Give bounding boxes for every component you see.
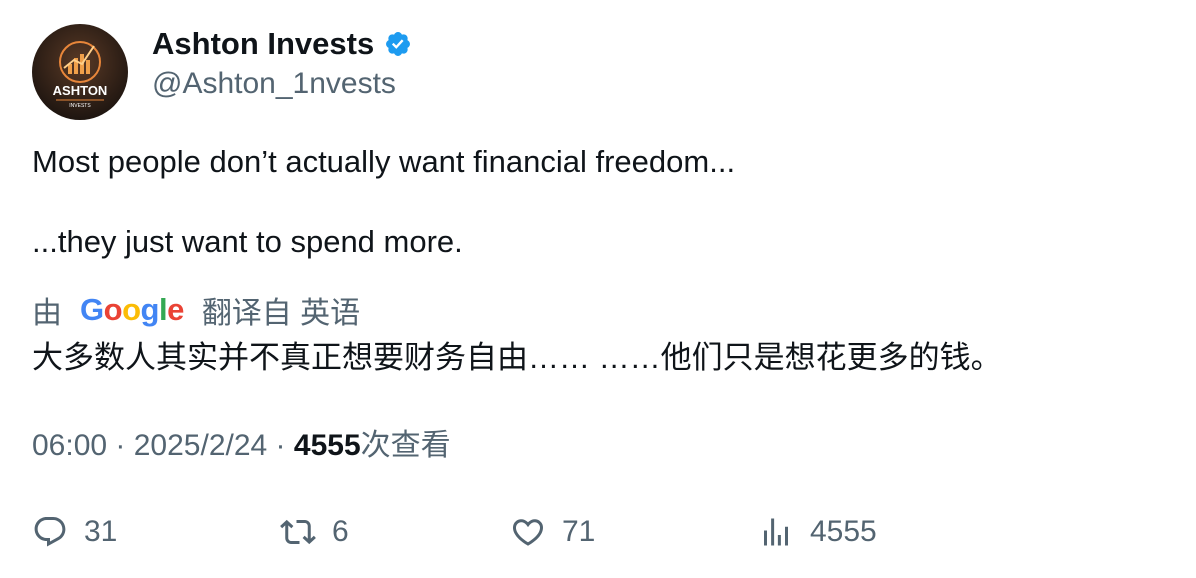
tweet-text-line-2: ...they just want to spend more. xyxy=(32,224,463,259)
action-bar: 31 6 71 4555 xyxy=(32,510,877,554)
translated-from-label: 翻译自 英语 xyxy=(201,297,361,330)
translation-by-label: 由 xyxy=(32,297,62,330)
meta-separator: · xyxy=(107,429,134,462)
views-action-count: 4555 xyxy=(810,515,877,548)
google-logo: Google xyxy=(80,292,184,328)
google-letter-g2: g xyxy=(140,292,160,327)
retweet-button[interactable]: 6 xyxy=(280,514,510,550)
tweet-time[interactable]: 06:00 xyxy=(32,429,107,462)
analytics-icon xyxy=(758,514,794,550)
tweet-header: ASHTON INVESTS Ashton Invests @Ashton_1n… xyxy=(32,24,1164,120)
tweet-meta: 06:00 · 2025/2/24 · 4555次查看 xyxy=(32,426,1164,466)
translated-text: 大多数人其实并不真正想要财务自由…… ……他们只是想花更多的钱。 xyxy=(32,340,1002,375)
views-button[interactable]: 4555 xyxy=(758,514,877,550)
reply-button[interactable]: 31 xyxy=(32,514,280,550)
google-letter-o2: o xyxy=(122,292,141,327)
google-letter-g: G xyxy=(80,292,104,327)
reply-icon xyxy=(32,514,68,550)
author-names: Ashton Invests @Ashton_1nvests xyxy=(152,24,412,104)
tweet-card: ASHTON INVESTS Ashton Invests @Ashton_1n… xyxy=(0,0,1196,578)
like-count: 71 xyxy=(562,515,596,548)
views-label: 次查看 xyxy=(360,429,451,462)
name-row: Ashton Invests xyxy=(152,26,412,62)
reply-count: 31 xyxy=(84,515,118,548)
avatar-text: ASHTON xyxy=(53,83,108,98)
google-letter-l: l xyxy=(158,292,168,327)
views-count: 4555 xyxy=(293,429,361,462)
like-button[interactable]: 71 xyxy=(510,514,758,550)
verified-badge-icon xyxy=(384,30,412,58)
google-letter-e: e xyxy=(167,292,184,327)
retweet-icon xyxy=(280,514,316,550)
avatar-subtext: INVESTS xyxy=(69,103,91,109)
tweet-date[interactable]: 2025/2/24 xyxy=(134,429,267,462)
heart-icon xyxy=(510,514,546,550)
retweet-count: 6 xyxy=(332,515,349,548)
meta-separator-2: · xyxy=(267,429,294,462)
author-handle[interactable]: @Ashton_1nvests xyxy=(152,64,412,104)
avatar[interactable]: ASHTON INVESTS xyxy=(32,24,128,120)
google-letter-o1: o xyxy=(103,292,123,327)
translation-attribution[interactable]: 由 Google 翻译自 英语 xyxy=(32,290,1164,330)
tweet-text-line-1: Most people don’t actually want financia… xyxy=(32,144,736,179)
display-name[interactable]: Ashton Invests xyxy=(152,26,374,62)
